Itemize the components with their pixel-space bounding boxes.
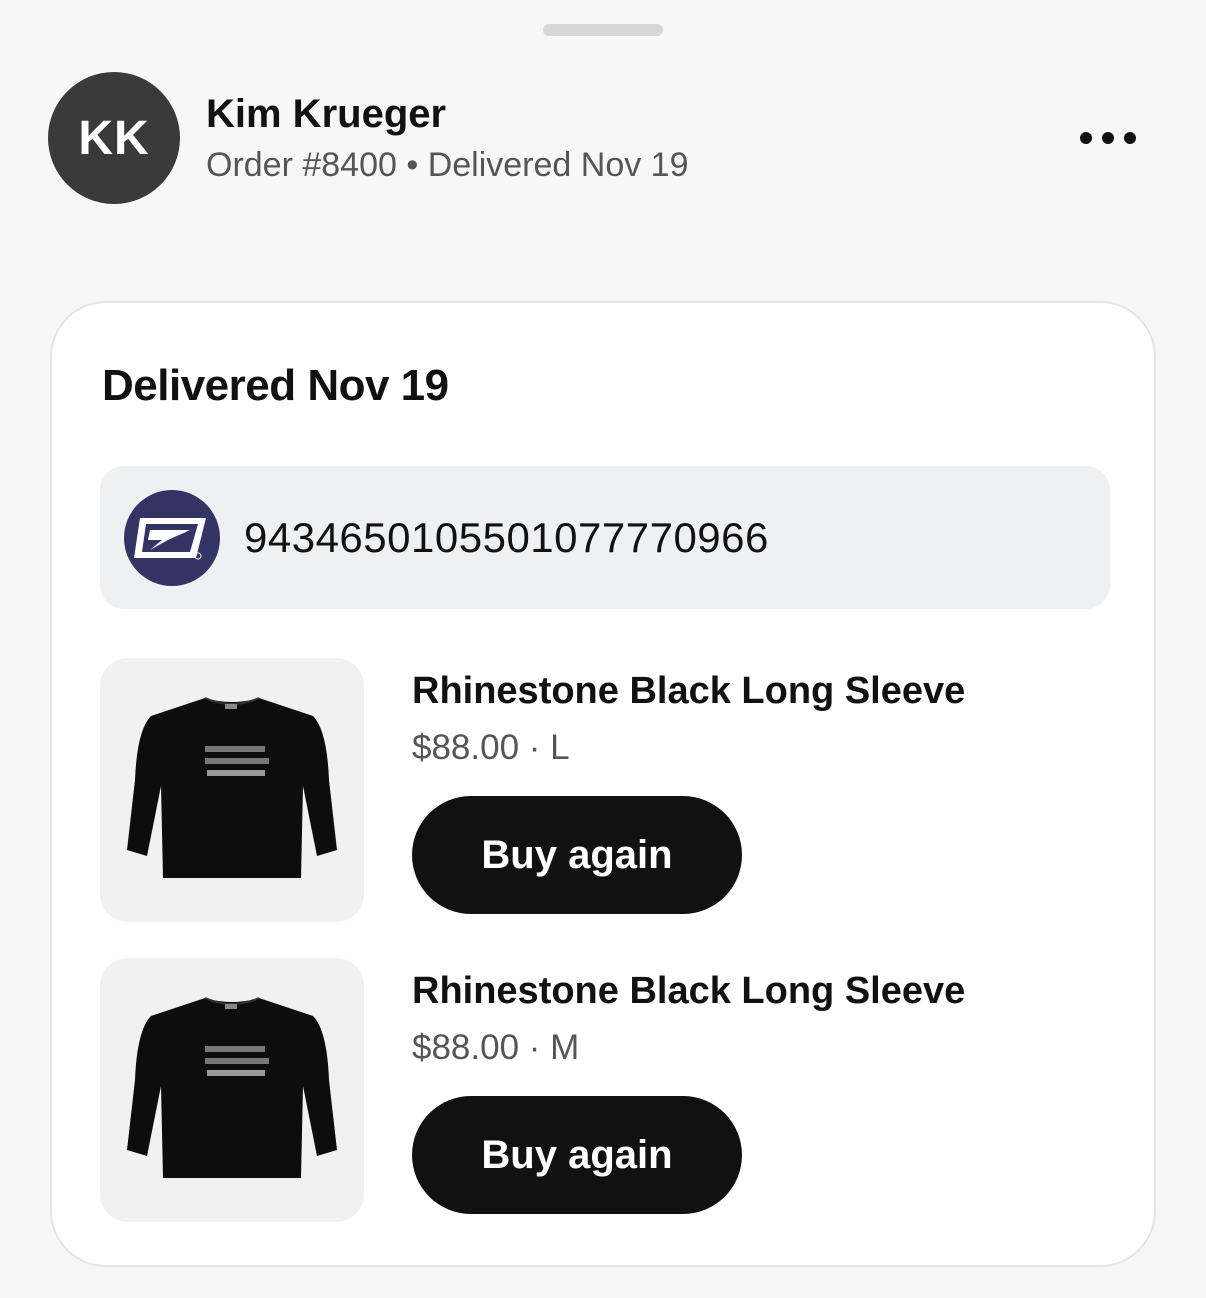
- tracking-number: 9434650105501077770966: [244, 513, 769, 561]
- buy-again-button[interactable]: Buy again: [412, 796, 742, 914]
- order-meta: Order #8400 • Delivered Nov 19: [206, 146, 689, 184]
- more-dot-icon: [1102, 132, 1114, 144]
- delivery-status-title: Delivered Nov 19: [102, 361, 449, 410]
- more-dot-icon: [1124, 132, 1136, 144]
- customer-name: Kim Krueger: [206, 92, 447, 136]
- product-title[interactable]: Rhinestone Black Long Sleeve: [412, 970, 965, 1013]
- buy-again-button[interactable]: Buy again: [412, 1096, 742, 1214]
- product-price-size: $88.00 · L: [412, 728, 570, 767]
- more-dot-icon: [1080, 132, 1092, 144]
- avatar: KK: [48, 72, 180, 204]
- sheet-grabber[interactable]: [543, 24, 663, 36]
- product-title[interactable]: Rhinestone Black Long Sleeve: [412, 670, 965, 713]
- long-sleeve-shirt-icon: [127, 697, 337, 878]
- order-card: Delivered Nov 19 9434650105501077770966 …: [50, 301, 1156, 1267]
- long-sleeve-shirt-icon: [127, 997, 337, 1178]
- more-options-button[interactable]: [1068, 118, 1148, 158]
- order-item: Rhinestone Black Long Sleeve $88.00 · M …: [100, 958, 1110, 1222]
- product-price-size: $88.00 · M: [412, 1028, 580, 1067]
- product-image[interactable]: [100, 958, 364, 1222]
- order-item: Rhinestone Black Long Sleeve $88.00 · L …: [100, 658, 1110, 922]
- tracking-row[interactable]: 9434650105501077770966: [100, 466, 1110, 609]
- product-image[interactable]: [100, 658, 364, 922]
- usps-eagle-icon: [124, 489, 220, 586]
